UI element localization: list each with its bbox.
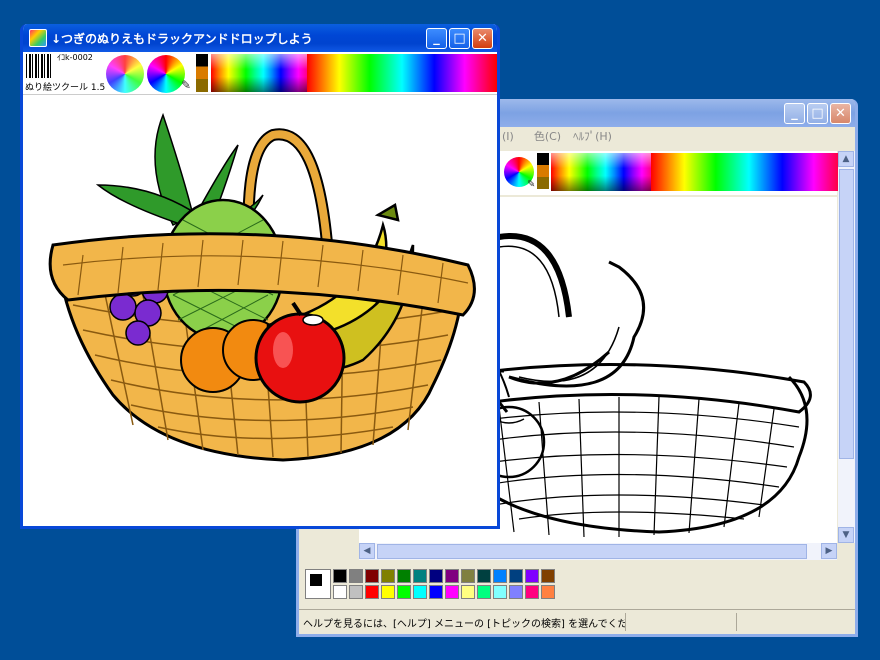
hscroll-thumb[interactable]: [377, 544, 807, 559]
tool-name: ぬり絵ツクール 1.5: [25, 83, 106, 93]
maximize-icon[interactable]: □: [449, 28, 470, 49]
scroll-thumb[interactable]: [839, 169, 854, 459]
status-panel: [625, 613, 736, 631]
close-icon[interactable]: ✕: [472, 28, 493, 49]
tool-code: ｲｺk-0002: [57, 53, 93, 62]
palette-swatch[interactable]: [477, 569, 491, 583]
nurie-titlebar[interactable]: ↓つぎのぬりえもドラックアンドドロップしよう _ □ ✕: [23, 24, 497, 52]
palette-swatch[interactable]: [429, 585, 443, 599]
palette-swatch[interactable]: [509, 585, 523, 599]
palette-swatch[interactable]: [493, 569, 507, 583]
current-colors[interactable]: [305, 569, 331, 599]
pixel-color-grid[interactable]: [551, 153, 651, 191]
pixel-color-grid[interactable]: [211, 54, 307, 92]
vertical-scrollbar[interactable]: ▲ ▼: [838, 151, 855, 543]
colored-fruit-basket: [48, 112, 476, 462]
color-wheel[interactable]: [147, 55, 185, 93]
palette-swatch[interactable]: [333, 585, 347, 599]
app-icon: [29, 29, 47, 47]
palette-swatch[interactable]: [525, 585, 539, 599]
palette-swatch[interactable]: [461, 585, 475, 599]
nurie-window: ↓つぎのぬりえもドラックアンドドロップしよう _ □ ✕ ｲｺk-0002 ぬり…: [20, 24, 500, 529]
status-text: ヘルプを見るには、[ヘルプ] メニューの [トピックの検索] を選んでください。: [303, 618, 625, 630]
palette-swatch[interactable]: [445, 569, 459, 583]
scroll-left-icon[interactable]: ◀: [359, 543, 375, 559]
palette-swatch[interactable]: [381, 569, 395, 583]
rainbow-gradient[interactable]: [307, 54, 497, 92]
palette-swatch[interactable]: [397, 569, 411, 583]
palette-swatch[interactable]: [445, 585, 459, 599]
menu-color[interactable]: 色(C): [534, 128, 561, 144]
palette-swatch[interactable]: [413, 585, 427, 599]
barcode-icon: [26, 54, 52, 78]
palette-grid: [333, 569, 561, 599]
palette-swatch[interactable]: [413, 569, 427, 583]
status-bar: ヘルプを見るには、[ヘルプ] メニューの [トピックの検索] を選んでください。: [299, 609, 855, 634]
palette-swatch[interactable]: [493, 585, 507, 599]
palette-swatch[interactable]: [541, 585, 555, 599]
scroll-down-icon[interactable]: ▼: [838, 527, 854, 543]
minimize-icon[interactable]: _: [784, 103, 805, 124]
palette-swatch[interactable]: [349, 585, 363, 599]
pastel-color-wheel[interactable]: [106, 55, 144, 93]
palette-swatch[interactable]: [461, 569, 475, 583]
coloring-canvas[interactable]: [23, 95, 497, 526]
menu-help[interactable]: ﾍﾙﾌﾟ(H): [573, 128, 612, 144]
palette-swatch[interactable]: [509, 569, 523, 583]
menu-partial[interactable]: (I): [502, 130, 514, 143]
window-title: ↓つぎのぬりえもドラックアンドドロップしよう: [51, 31, 313, 46]
mini-swatches: [196, 54, 208, 92]
palette-swatch[interactable]: [365, 569, 379, 583]
palette-swatch[interactable]: [381, 585, 395, 599]
eyedropper-icon[interactable]: ✎: [181, 78, 191, 92]
palette-swatch[interactable]: [525, 569, 539, 583]
palette-swatch[interactable]: [365, 585, 379, 599]
close-icon[interactable]: ✕: [830, 103, 851, 124]
maximize-icon[interactable]: □: [807, 103, 828, 124]
mini-swatches: [537, 153, 549, 189]
color-box: [299, 565, 855, 605]
tool-strip: ｲｺk-0002 ぬり絵ツクール 1.5 ✎: [23, 52, 497, 95]
horizontal-scrollbar[interactable]: ◀ ▶: [359, 543, 837, 560]
status-panel: [736, 613, 847, 631]
minimize-icon[interactable]: _: [426, 28, 447, 49]
palette-swatch[interactable]: [349, 569, 363, 583]
rainbow-gradient[interactable]: [651, 153, 847, 191]
scroll-right-icon[interactable]: ▶: [821, 543, 837, 559]
palette-swatch[interactable]: [333, 569, 347, 583]
scroll-up-icon[interactable]: ▲: [838, 151, 854, 167]
eyedropper-icon[interactable]: ✎: [527, 179, 537, 190]
palette-swatch[interactable]: [541, 569, 555, 583]
palette-swatch[interactable]: [477, 585, 491, 599]
palette-swatch[interactable]: [397, 585, 411, 599]
palette-swatch[interactable]: [429, 569, 443, 583]
